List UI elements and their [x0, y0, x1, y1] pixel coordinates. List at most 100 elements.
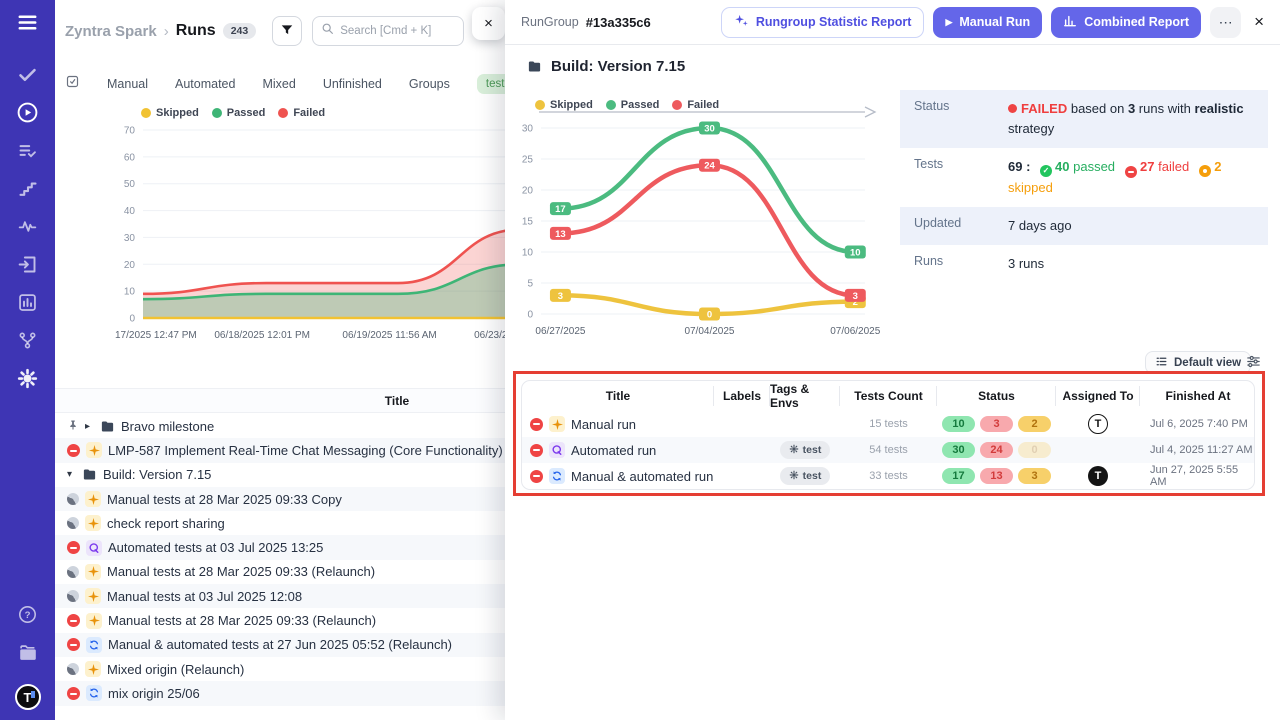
manual-run-button[interactable]: ▶ Manual Run — [933, 7, 1042, 38]
more-actions-button[interactable]: ⋯ — [1210, 7, 1241, 38]
settings-gear-icon — [17, 368, 38, 394]
caret-down-icon[interactable]: ▾ — [67, 469, 76, 480]
sidebar-item-pulse-icon[interactable] — [0, 210, 55, 248]
column-header-status[interactable]: Status — [937, 381, 1056, 411]
caret-right-icon[interactable]: ▸ — [85, 421, 94, 432]
run-row[interactable]: Manual tests at 03 Jul 2025 12:08 — [55, 584, 505, 608]
run-row[interactable]: Manual & automated tests at 27 Jun 2025 … — [55, 633, 505, 657]
tags-cell: test — [770, 437, 840, 463]
tag-pill[interactable]: test — [780, 467, 831, 485]
breadcrumb-project[interactable]: Zyntra Spark — [65, 23, 157, 40]
failed-status-icon — [530, 418, 543, 431]
run-row[interactable]: mix origin 25/06 — [55, 681, 505, 705]
status-cell: 17133 — [937, 463, 1056, 489]
user-avatar[interactable]: T — [15, 684, 41, 710]
sidebar-item-test-plans-icon[interactable] — [0, 134, 55, 172]
workspace-tag-badge[interactable]: test work — [477, 74, 505, 94]
sidebar-item-import-icon[interactable] — [0, 248, 55, 286]
legend-item-passed[interactable]: Passed — [606, 99, 660, 111]
title-column-header: Title — [385, 394, 409, 408]
popover-close-button[interactable]: × — [472, 7, 505, 40]
rungroup-statistic-report-button[interactable]: Rungroup Statistic Report — [721, 7, 925, 38]
run-title: mix origin 25/06 — [108, 686, 200, 701]
legend-item-skipped[interactable]: Skipped — [141, 107, 199, 119]
legend-item-skipped[interactable]: Skipped — [535, 99, 593, 111]
tab-automated[interactable]: Automated — [175, 77, 235, 91]
run-row[interactable]: LMP-587 Implement Real-Time Chat Messagi… — [55, 438, 505, 462]
tab-manual[interactable]: Manual — [107, 77, 148, 91]
column-header-title[interactable]: Title — [522, 381, 714, 411]
skipped-pill: 3 — [1018, 468, 1051, 484]
sidebar-item-branch-icon[interactable] — [0, 324, 55, 362]
menu-icon — [16, 11, 39, 39]
manual-run-icon — [85, 491, 101, 507]
filter-button[interactable] — [272, 16, 302, 46]
run-row[interactable]: Automated tests at 03 Jul 2025 13:25 — [55, 535, 505, 559]
run-row[interactable]: Manual tests at 28 Mar 2025 09:33 Copy — [55, 487, 505, 511]
failed-minus-icon — [1125, 166, 1137, 178]
svg-text:10: 10 — [850, 248, 861, 259]
area-chart-legend: Skipped Passed Failed — [141, 107, 325, 119]
tag-pill[interactable]: test — [780, 441, 831, 459]
sidebar: ?T — [0, 0, 55, 720]
legend-item-failed[interactable]: Failed — [672, 99, 719, 111]
svg-text:15: 15 — [522, 217, 534, 228]
svg-text:07/06/2025: 07/06/2025 — [830, 326, 880, 337]
table-row[interactable]: Manual & automated runtest33 tests17133T… — [522, 463, 1254, 489]
combined-report-button[interactable]: Combined Report — [1051, 7, 1201, 38]
column-header-finished-at[interactable]: Finished At — [1140, 381, 1255, 411]
labels-cell — [714, 437, 770, 463]
drawer-close-button[interactable]: × — [1254, 12, 1264, 32]
legend-item-passed[interactable]: Passed — [212, 107, 266, 119]
column-header-tags-envs[interactable]: Tags & Envs — [770, 381, 840, 411]
app-root: ?T Zyntra Spark › Runs 243 ManualAutomat… — [0, 0, 1280, 720]
sidebar-item-projects-icon[interactable] — [0, 636, 55, 674]
tab-unfinished[interactable]: Unfinished — [323, 77, 382, 91]
table-row[interactable]: Automated runtest54 tests30240Jul 4, 202… — [522, 437, 1254, 463]
column-header-tests-count[interactable]: Tests Count — [840, 381, 937, 411]
page-title: Runs — [176, 22, 216, 40]
table-settings-icon[interactable] — [1245, 353, 1262, 375]
import-icon — [17, 254, 38, 280]
run-title: Manual tests at 03 Jul 2025 12:08 — [107, 589, 302, 604]
run-row[interactable]: Manual tests at 28 Mar 2025 09:33 (Relau… — [55, 608, 505, 632]
svg-text:06/27/2025: 06/27/2025 — [535, 326, 585, 337]
labels-cell — [714, 463, 770, 489]
assignee-cell: T — [1056, 463, 1140, 489]
sidebar-item-menu-icon[interactable] — [0, 6, 55, 44]
projects-icon — [17, 642, 39, 669]
manual-run-icon — [86, 442, 102, 458]
assignee-avatar[interactable]: T — [1088, 466, 1108, 486]
legend-item-failed[interactable]: Failed — [278, 107, 325, 119]
select-runs-icon[interactable] — [65, 74, 80, 94]
rungroup-folder-row[interactable]: ▾Build: Version 7.15 — [55, 463, 505, 487]
tab-groups[interactable]: Groups — [409, 77, 450, 91]
legend-dot-icon — [278, 108, 288, 118]
failed-status-icon — [530, 470, 543, 483]
search-input[interactable] — [340, 25, 450, 37]
failed-pill: 24 — [980, 442, 1013, 458]
search-icon — [321, 22, 334, 40]
milestones-stairs-icon — [18, 179, 38, 204]
test-plans-icon — [17, 140, 38, 166]
sidebar-item-help-icon[interactable]: ? — [0, 598, 55, 636]
run-row[interactable]: Mixed origin (Relaunch) — [55, 657, 505, 681]
search-box[interactable] — [312, 16, 464, 46]
assignee-avatar[interactable]: T — [1088, 414, 1108, 434]
sidebar-item-analytics-icon[interactable] — [0, 286, 55, 324]
run-row[interactable]: check report sharing — [55, 511, 505, 535]
run-row[interactable]: Manual tests at 28 Mar 2025 09:33 (Relau… — [55, 560, 505, 584]
updated-value: 7 days ago — [1008, 207, 1256, 245]
sidebar-item-milestones-stairs-icon[interactable] — [0, 172, 55, 210]
table-row[interactable]: Manual run15 tests1032TJul 6, 2025 7:40 … — [522, 411, 1254, 437]
column-header-assigned-to[interactable]: Assigned To — [1056, 381, 1140, 411]
sidebar-item-runs-play-icon[interactable] — [0, 96, 55, 134]
help-icon: ? — [17, 604, 38, 630]
sidebar-item-tests-check-icon[interactable] — [0, 58, 55, 96]
svg-text:60: 60 — [124, 152, 136, 163]
sidebar-item-settings-gear-icon[interactable] — [0, 362, 55, 400]
tab-mixed[interactable]: Mixed — [262, 77, 295, 91]
default-view-button[interactable]: Default view — [1145, 351, 1251, 374]
column-header-labels[interactable]: Labels — [714, 381, 770, 411]
milestone-row[interactable]: ▸Bravo milestone — [55, 414, 505, 438]
